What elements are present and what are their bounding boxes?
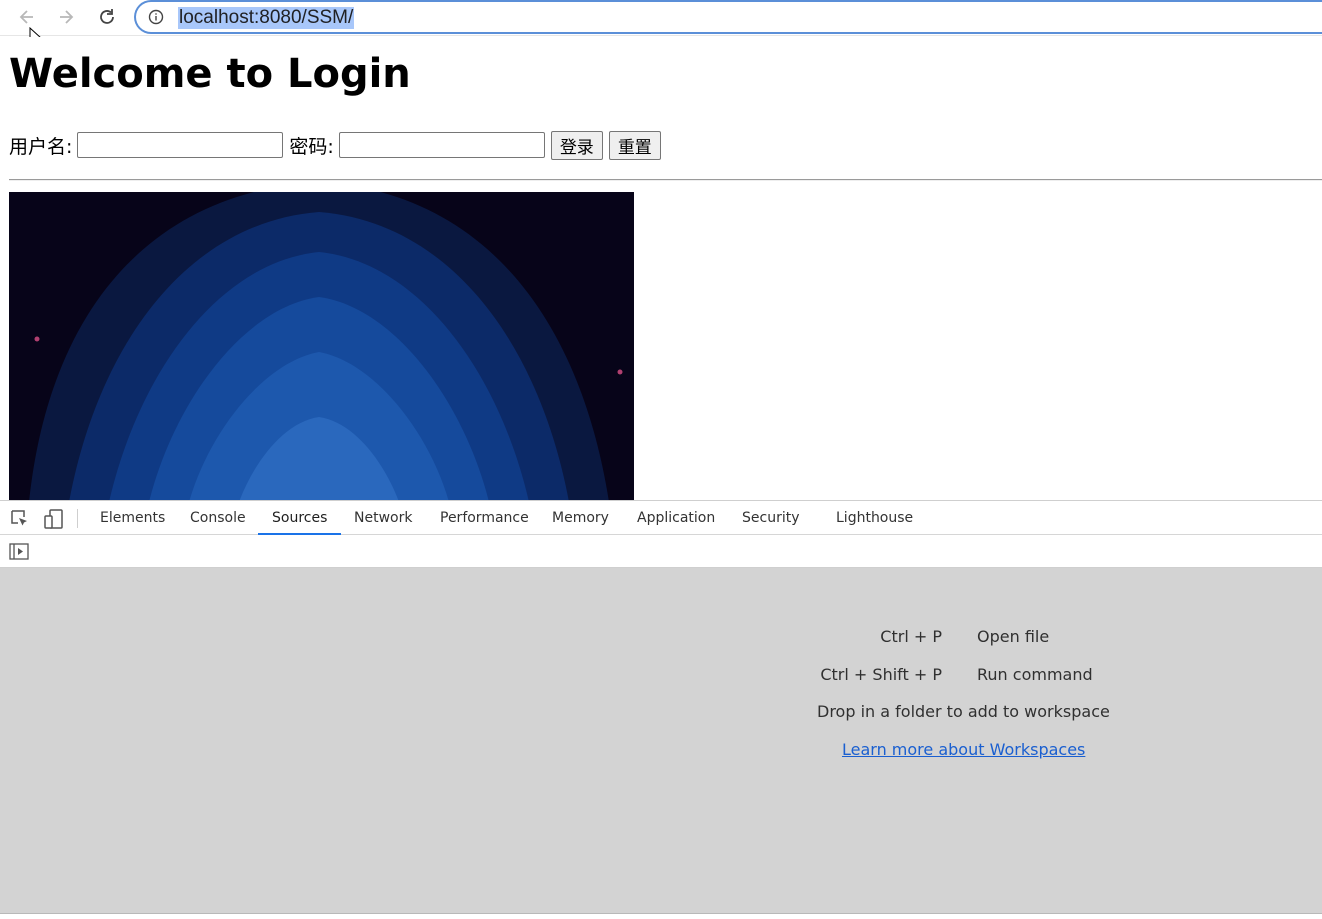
tab-network[interactable]: Network [340,501,426,535]
address-bar[interactable]: localhost:8080/SSM/ [134,0,1322,34]
show-navigator-icon[interactable] [9,543,29,560]
reset-button[interactable]: 重置 [608,130,661,160]
tab-elements[interactable]: Elements [86,501,179,535]
password-label: 密码: [289,135,334,158]
tab-sources[interactable]: Sources [258,501,342,535]
sources-toolbar [0,535,1322,568]
reload-icon [100,9,114,24]
tab-application[interactable]: Application [623,501,729,535]
tab-performance[interactable]: Performance [426,501,543,535]
divider [9,179,1322,181]
learn-more-workspaces-link[interactable]: Learn more about Workspaces [842,740,1085,759]
sources-editor-placeholder: Ctrl + P Open file Ctrl + Shift + P Run … [0,568,1322,914]
login-button[interactable]: 登录 [550,130,603,160]
reload-button[interactable] [94,4,120,30]
forward-button[interactable] [53,4,79,30]
tab-security[interactable]: Security [728,501,814,535]
banner-image [9,192,634,500]
tab-lighthouse[interactable]: Lighthouse [822,501,927,535]
password-input[interactable] [338,132,545,158]
info-icon[interactable] [148,9,164,25]
shortcut-action: Run command [977,665,1093,684]
shortcut-key: Ctrl + P [880,627,942,646]
username-label: 用户名: [9,135,73,158]
drop-folder-hint: Drop in a folder to add to workspace [817,702,1110,721]
login-form: 用户名: 密码: 登录 重置 [9,130,667,160]
url-text[interactable]: localhost:8080/SSM/ [178,7,355,29]
bottom-edge [0,914,1322,919]
page-title: Welcome to Login [9,51,411,97]
shortcut-key: Ctrl + Shift + P [820,665,942,684]
background-image [9,192,634,500]
tab-console[interactable]: Console [176,501,260,535]
toolbar-separator [77,509,78,528]
username-input[interactable] [77,132,284,158]
browser-toolbar: localhost:8080/SSM/ [0,0,1322,47]
shortcut-action: Open file [977,627,1050,646]
arrow-left-icon [19,10,33,24]
page-content: Welcome to Login 用户名: 密码: 登录 重置 [0,37,1322,500]
inspect-element-icon[interactable] [9,508,31,530]
tab-memory[interactable]: Memory [538,501,623,535]
device-toolbar-icon[interactable] [43,508,65,530]
devtools-tab-bar: Elements Console Sources Network Performance… [0,500,1322,535]
arrow-right-icon [60,10,74,24]
